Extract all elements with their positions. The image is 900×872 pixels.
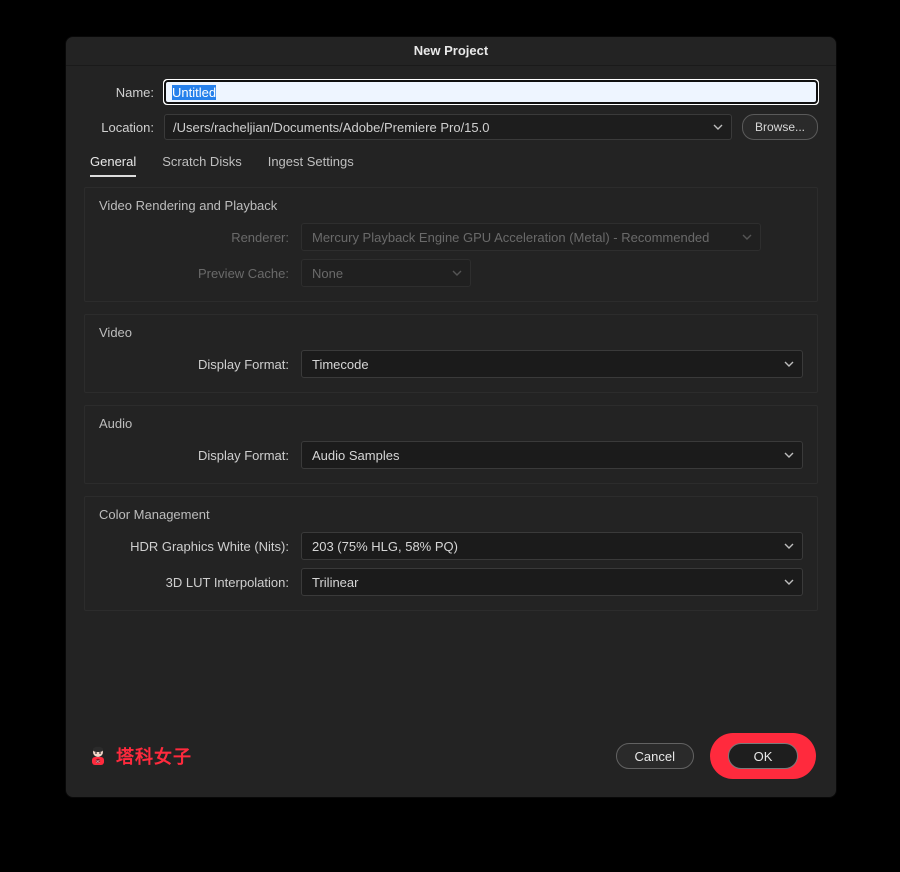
location-row: Location: /Users/racheljian/Documents/Ad… xyxy=(84,114,818,140)
lut-value: Trilinear xyxy=(312,575,358,590)
ok-label: OK xyxy=(754,749,773,764)
watermark-text: 塔科女子 xyxy=(116,743,192,769)
renderer-row: Renderer: Mercury Playback Engine GPU Ac… xyxy=(99,223,803,251)
lut-select[interactable]: Trilinear xyxy=(301,568,803,596)
tabs: General Scratch Disks Ingest Settings xyxy=(84,150,818,177)
group-color-title: Color Management xyxy=(99,507,803,522)
watermark-logo: 3C 塔科女子 xyxy=(86,743,192,769)
tab-ingest-settings[interactable]: Ingest Settings xyxy=(268,154,354,177)
chevron-down-icon xyxy=(784,579,794,585)
chevron-down-icon xyxy=(713,124,723,130)
video-display-format-select[interactable]: Timecode xyxy=(301,350,803,378)
group-video-title: Video xyxy=(99,325,803,340)
renderer-select: Mercury Playback Engine GPU Acceleration… xyxy=(301,223,761,251)
dialog-body: Name: Location: /Users/racheljian/Docume… xyxy=(66,66,836,733)
chevron-down-icon xyxy=(742,234,752,240)
group-audio: Audio Display Format: Audio Samples xyxy=(84,405,818,484)
lut-label: 3D LUT Interpolation: xyxy=(99,575,301,590)
location-value: /Users/racheljian/Documents/Adobe/Premie… xyxy=(173,120,489,135)
name-label: Name: xyxy=(84,85,164,100)
group-audio-title: Audio xyxy=(99,416,803,431)
chevron-down-icon xyxy=(784,543,794,549)
location-label: Location: xyxy=(84,120,164,135)
chevron-down-icon xyxy=(784,452,794,458)
hdr-label: HDR Graphics White (Nits): xyxy=(99,539,301,554)
lut-row: 3D LUT Interpolation: Trilinear xyxy=(99,568,803,596)
dialog-title: New Project xyxy=(66,37,836,66)
video-display-format-value: Timecode xyxy=(312,357,369,372)
renderer-label: Renderer: xyxy=(99,230,301,245)
hdr-select[interactable]: 203 (75% HLG, 58% PQ) xyxy=(301,532,803,560)
browse-button[interactable]: Browse... xyxy=(742,114,818,140)
name-row: Name: xyxy=(84,80,818,104)
renderer-value: Mercury Playback Engine GPU Acceleration… xyxy=(312,230,709,245)
project-name-input[interactable] xyxy=(164,80,818,104)
audio-display-format-select[interactable]: Audio Samples xyxy=(301,441,803,469)
audio-display-format-value: Audio Samples xyxy=(312,448,399,463)
preview-cache-label: Preview Cache: xyxy=(99,266,301,281)
tab-scratch-disks[interactable]: Scratch Disks xyxy=(162,154,241,177)
tab-general[interactable]: General xyxy=(90,154,136,177)
preview-cache-row: Preview Cache: None xyxy=(99,259,803,287)
hdr-value: 203 (75% HLG, 58% PQ) xyxy=(312,539,458,554)
group-video: Video Display Format: Timecode xyxy=(84,314,818,393)
video-display-format-label: Display Format: xyxy=(99,357,301,372)
location-select[interactable]: /Users/racheljian/Documents/Adobe/Premie… xyxy=(164,114,732,140)
dialog-footer: 3C 塔科女子 Cancel OK xyxy=(66,733,836,797)
audio-display-format-row: Display Format: Audio Samples xyxy=(99,441,803,469)
cancel-button[interactable]: Cancel xyxy=(616,743,694,769)
video-display-format-row: Display Format: Timecode xyxy=(99,350,803,378)
ok-highlight: OK xyxy=(710,733,816,779)
audio-display-format-label: Display Format: xyxy=(99,448,301,463)
group-rendering-title: Video Rendering and Playback xyxy=(99,198,803,213)
browse-label: Browse... xyxy=(755,120,805,134)
chevron-down-icon xyxy=(784,361,794,367)
ok-button[interactable]: OK xyxy=(728,743,798,769)
new-project-dialog: New Project Name: Location: /Users/rache… xyxy=(65,36,837,798)
hdr-row: HDR Graphics White (Nits): 203 (75% HLG,… xyxy=(99,532,803,560)
watermark-avatar-icon: 3C xyxy=(86,744,110,768)
chevron-down-icon xyxy=(452,270,462,276)
preview-cache-select: None xyxy=(301,259,471,287)
group-rendering: Video Rendering and Playback Renderer: M… xyxy=(84,187,818,302)
cancel-label: Cancel xyxy=(635,749,675,764)
group-color-management: Color Management HDR Graphics White (Nit… xyxy=(84,496,818,611)
preview-cache-value: None xyxy=(312,266,343,281)
